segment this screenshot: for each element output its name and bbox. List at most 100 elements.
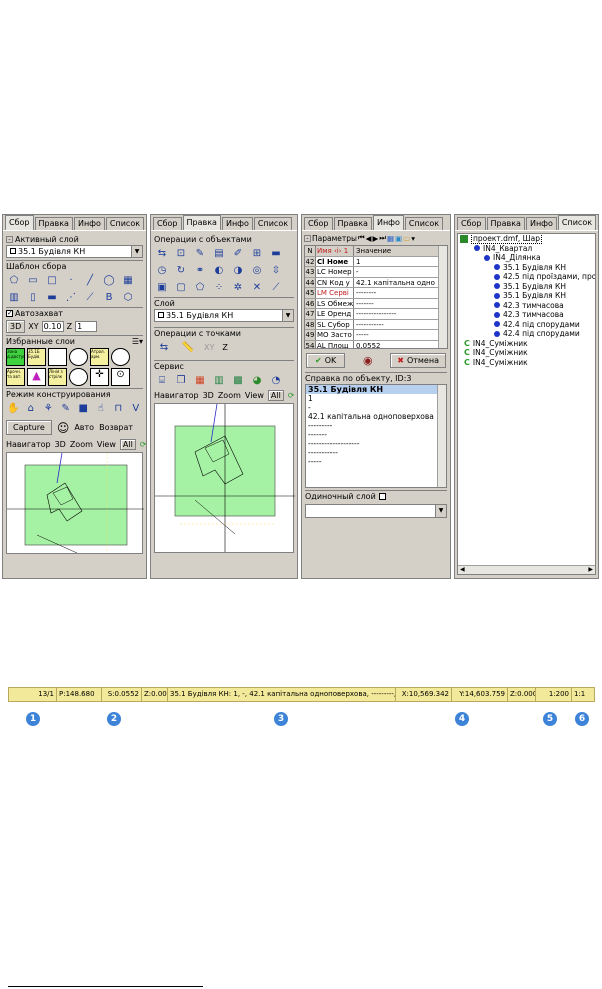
table-row[interactable]: 49 MO Засто ----- <box>305 330 447 341</box>
nav-3d-button[interactable]: 3D <box>55 440 66 449</box>
rotate-icon[interactable]: ↻ <box>173 263 189 278</box>
pencil-icon[interactable]: ✎ <box>192 246 208 261</box>
row-value[interactable]: - <box>354 267 447 277</box>
tab-list[interactable]: Список <box>404 217 444 230</box>
polygon-icon[interactable]: ⬠ <box>192 280 208 295</box>
tab-collect[interactable]: Сбор <box>304 217 333 230</box>
navigator-map[interactable] <box>6 452 144 554</box>
fav-layer-item[interactable]: Атрол. арм. <box>90 348 109 366</box>
dimension-icon[interactable]: ⊡ <box>173 246 189 261</box>
refresh-icon[interactable]: ⟳ <box>140 440 147 449</box>
dotted-line-icon[interactable]: ⋰ <box>63 290 79 305</box>
favorites-menu-icon[interactable]: ☰▾ <box>132 337 143 346</box>
line-icon[interactable]: ╱ <box>82 273 98 288</box>
columns-icon[interactable]: ▯ <box>25 290 41 305</box>
tree-item[interactable]: IN4_Квартал <box>458 244 595 254</box>
tab-info[interactable]: Инфо <box>73 217 105 230</box>
z-input[interactable]: 1 <box>75 321 98 332</box>
pentagon-icon[interactable]: ⬠ <box>6 273 22 288</box>
nav-all-button[interactable]: All <box>267 390 284 401</box>
fav-layer-item[interactable] <box>48 348 67 366</box>
row-value[interactable]: 42.1 капітальна одно <box>354 278 447 288</box>
table-icon[interactable]: ▤ <box>211 246 227 261</box>
union-icon[interactable]: ⚭ <box>192 263 208 278</box>
collapse-icon[interactable]: - <box>6 236 13 243</box>
chevron-down-icon[interactable]: ▼ <box>282 310 293 321</box>
table-row[interactable]: 42 Cl Номе 1 <box>305 256 447 267</box>
point-icon[interactable]: · <box>63 273 79 288</box>
row-value[interactable]: -------- <box>354 288 447 298</box>
fav-layer-item[interactable]: Лінія з стрілк <box>48 368 67 386</box>
center-icon[interactable]: ⊞ <box>249 246 265 261</box>
save-icon[interactable]: ▣ <box>395 234 402 243</box>
single-layer-select[interactable]: ▼ <box>305 504 447 518</box>
scroll-left-icon[interactable]: ◀ <box>460 566 465 574</box>
fav-layer-item[interactable]: 35.1Б Будів <box>27 348 46 366</box>
col-n-header[interactable]: N <box>305 246 316 256</box>
chevron-down-icon[interactable]: ▼ <box>435 505 446 517</box>
3d-button[interactable]: 3D <box>6 320 26 333</box>
star-icon[interactable]: ✲ <box>230 280 246 295</box>
nav-zoom-button[interactable]: Zoom <box>70 440 93 449</box>
col-value-header[interactable]: Значение <box>354 246 447 256</box>
tab-collect[interactable]: Сбор <box>5 215 34 230</box>
nav-all-button[interactable]: All <box>119 439 136 450</box>
prev-record-icon[interactable]: ◀ <box>366 234 372 243</box>
capture-button[interactable]: Capture <box>6 420 52 435</box>
auto-button[interactable]: Авто <box>74 423 94 432</box>
folder-icon[interactable]: ▭ <box>403 234 410 243</box>
first-record-icon[interactable]: ⏮ <box>358 233 365 243</box>
cursor-icon[interactable]: ☝ <box>94 401 109 416</box>
chart-icon[interactable]: ▥ <box>211 373 227 388</box>
ring-icon[interactable]: ◎ <box>249 263 265 278</box>
tree-root[interactable]: проект.dmf, Шар <box>458 234 595 245</box>
z-button[interactable]: Z <box>222 343 227 352</box>
tab-info[interactable]: Инфо <box>525 217 557 230</box>
table-row[interactable]: 54 AL Площ 0.0552 <box>305 340 447 348</box>
crosshair-icon[interactable]: ✛ <box>90 368 109 386</box>
bar-icon[interactable]: ▬ <box>44 290 60 305</box>
table-row[interactable]: 47 LE Оренд ---------------- <box>305 309 447 320</box>
hatch-icon[interactable]: ⟋ <box>268 280 284 295</box>
scatter-icon[interactable]: ⁘ <box>211 280 227 295</box>
tree-item[interactable]: C IN4_Суміжник <box>458 348 595 358</box>
fence-icon[interactable]: ▥ <box>6 290 22 305</box>
tree-item[interactable]: 35.1 Будівля КН <box>458 282 595 292</box>
tab-list[interactable]: Список <box>557 215 597 230</box>
gauge-icon[interactable]: ◔ <box>268 373 284 388</box>
xy-button[interactable]: XY <box>204 343 214 352</box>
intersect-icon[interactable]: ◐ <box>211 263 227 278</box>
measure-icon[interactable]: 📏 <box>180 340 196 355</box>
tab-list[interactable]: Список <box>105 217 145 230</box>
eye-icon[interactable]: ◉ <box>363 354 373 367</box>
tab-info[interactable]: Инфо <box>372 215 404 230</box>
cylinder-icon[interactable]: ⌸ <box>154 373 170 388</box>
tab-edit[interactable]: Правка <box>333 217 372 230</box>
flip-icon[interactable]: ⇳ <box>268 263 284 278</box>
frame-icon[interactable]: ⊓ <box>111 401 126 416</box>
fav-layer-item[interactable]: Зона д.доступ <box>6 348 25 366</box>
tab-collect[interactable]: Сбор <box>153 217 182 230</box>
tree-hscrollbar[interactable]: ◀ ▶ <box>458 565 595 574</box>
ok-button[interactable]: ✔ OK <box>306 353 346 368</box>
fill-icon[interactable]: ■ <box>76 401 91 416</box>
scroll-right-icon[interactable]: ▶ <box>588 566 593 574</box>
tab-edit[interactable]: Правка <box>486 217 525 230</box>
frame-icon[interactable]: ▢ <box>173 280 189 295</box>
color-grid-icon[interactable]: ▦ <box>192 373 208 388</box>
tree-item[interactable]: 35.1 Будівля КН <box>458 291 595 301</box>
grid-icon[interactable]: ▦ <box>120 273 136 288</box>
chevron-down-icon[interactable]: ▼ <box>131 246 142 257</box>
clock-icon[interactable]: ◷ <box>154 263 170 278</box>
status-scale[interactable]: 1:200 <box>536 688 572 701</box>
hand-icon[interactable]: ✋ <box>6 401 21 416</box>
row-value[interactable]: ----- <box>354 330 447 340</box>
tree-item[interactable]: 35.1 Будівля КН <box>458 263 595 273</box>
tab-collect[interactable]: Сбор <box>457 217 486 230</box>
table-row[interactable]: 45 LM Серві -------- <box>305 288 447 299</box>
tab-edit[interactable]: Правка <box>182 215 221 230</box>
cube-icon[interactable]: ⬡ <box>120 290 136 305</box>
tree-item[interactable]: 42.5 під проїздами, прох <box>458 272 595 282</box>
tree-item[interactable]: 42.3 тимчасова <box>458 310 595 320</box>
grid-scrollbar[interactable] <box>438 246 447 348</box>
